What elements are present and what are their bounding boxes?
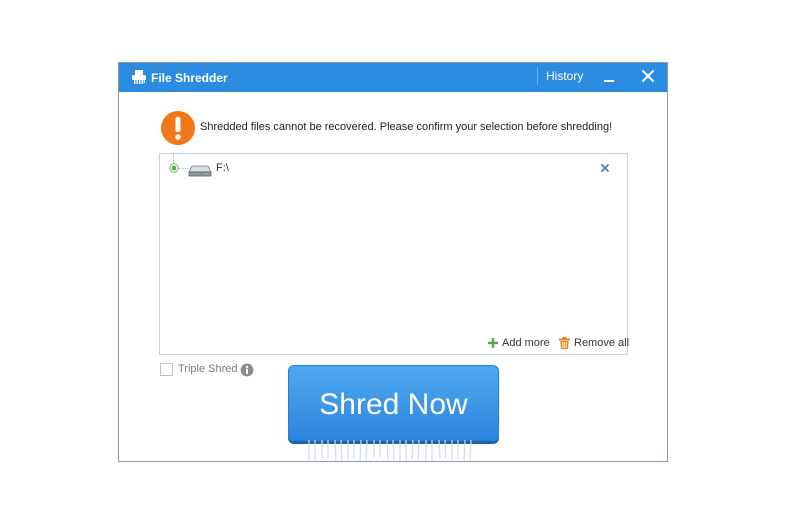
item-select-radio-icon[interactable]: [169, 163, 179, 173]
hard-drive-icon: [188, 165, 212, 177]
remove-all-label: Remove all: [574, 337, 630, 349]
file-item-label: F:\: [216, 162, 229, 174]
warning-icon: [161, 111, 195, 145]
info-icon[interactable]: [240, 363, 254, 377]
window-title: File Shredder: [151, 71, 228, 85]
tree-connector: [173, 154, 174, 163]
add-more-label: Add more: [502, 337, 550, 349]
history-button[interactable]: History: [546, 69, 583, 83]
shredded-strips-icon: [308, 440, 472, 462]
warning-message: Shredded files cannot be recovered. Plea…: [200, 121, 613, 133]
file-list: F:\ Add more Remove all: [159, 153, 630, 355]
triple-shred-label: Triple Shred: [178, 363, 238, 375]
shred-now-button[interactable]: Shred Now: [288, 365, 499, 441]
tree-connector-horizontal: [178, 168, 188, 169]
minimize-button[interactable]: [602, 71, 616, 85]
trash-icon: [559, 337, 570, 349]
shred-now-label: Shred Now: [319, 388, 468, 421]
file-shredder-window: File Shredder History Shredded files can…: [118, 62, 668, 462]
title-separator: [537, 67, 538, 85]
remove-item-icon[interactable]: [600, 163, 610, 173]
plus-icon: [488, 338, 498, 348]
title-bar: File Shredder History: [119, 63, 667, 92]
triple-shred-checkbox[interactable]: [160, 363, 173, 376]
shredder-app-icon: [132, 70, 146, 84]
close-icon[interactable]: [639, 67, 657, 85]
